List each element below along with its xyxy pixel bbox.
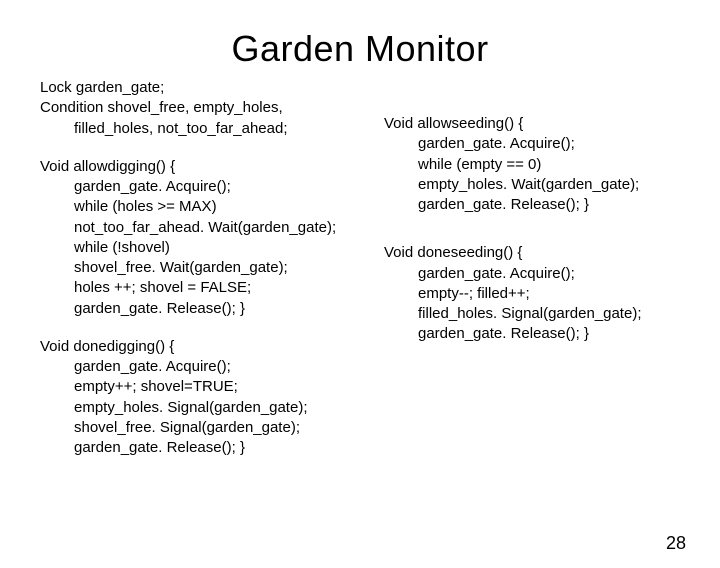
code-line: empty++; shovel=TRUE; [40, 377, 354, 397]
slide-title: Garden Monitor [0, 28, 720, 70]
code-line: while (empty == 0) [384, 155, 698, 175]
code-line: filled_holes, not_too_far_ahead; [40, 119, 354, 139]
code-line: empty_holes. Wait(garden_gate); [384, 175, 698, 195]
code-line: garden_gate. Release(); } [384, 324, 698, 344]
code-line: while (!shovel) [40, 238, 354, 258]
code-line: not_too_far_ahead. Wait(garden_gate); [40, 218, 354, 238]
code-line: garden_gate. Release(); } [384, 195, 698, 215]
code-line: empty_holes. Signal(garden_gate); [40, 398, 354, 418]
code-line: Void donedigging() { [40, 337, 354, 357]
code-line: Lock garden_gate; [40, 78, 354, 98]
code-line: garden_gate. Acquire(); [40, 177, 354, 197]
code-line: Void allowdigging() { [40, 157, 354, 177]
function-allowseeding: Void allowseeding() { garden_gate. Acqui… [384, 114, 698, 215]
code-line: garden_gate. Acquire(); [384, 134, 698, 154]
code-line: Condition shovel_free, empty_holes, [40, 98, 354, 118]
code-line: empty--; filled++; [384, 284, 698, 304]
code-line: garden_gate. Release(); } [40, 299, 354, 319]
code-line: shovel_free. Wait(garden_gate); [40, 258, 354, 278]
code-line: garden_gate. Acquire(); [40, 357, 354, 377]
code-line: Void doneseeding() { [384, 243, 698, 263]
code-line: shovel_free. Signal(garden_gate); [40, 418, 354, 438]
left-column: Lock garden_gate; Condition shovel_free,… [40, 78, 354, 476]
page-number: 28 [666, 533, 686, 554]
content-columns: Lock garden_gate; Condition shovel_free,… [0, 78, 720, 476]
code-line: garden_gate. Release(); } [40, 438, 354, 458]
function-doneseeding: Void doneseeding() { garden_gate. Acquir… [384, 243, 698, 344]
code-line: holes ++; shovel = FALSE; [40, 278, 354, 298]
code-line: filled_holes. Signal(garden_gate); [384, 304, 698, 324]
code-line: garden_gate. Acquire(); [384, 264, 698, 284]
right-column: Void allowseeding() { garden_gate. Acqui… [384, 78, 698, 476]
function-donedigging: Void donedigging() { garden_gate. Acquir… [40, 337, 354, 459]
code-line: Void allowseeding() { [384, 114, 698, 134]
declarations: Lock garden_gate; Condition shovel_free,… [40, 78, 354, 139]
function-allowdigging: Void allowdigging() { garden_gate. Acqui… [40, 157, 354, 319]
code-line: while (holes >= MAX) [40, 197, 354, 217]
